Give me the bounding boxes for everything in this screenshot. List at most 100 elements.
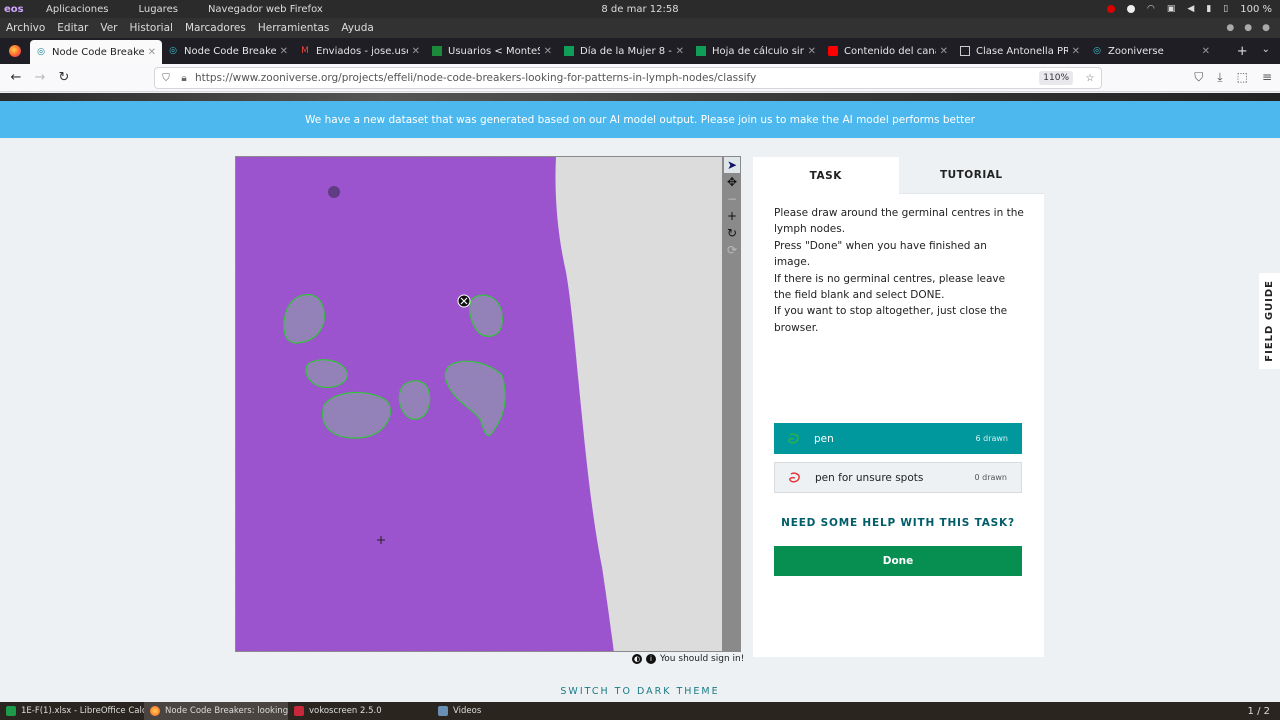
- field-guide-tab[interactable]: FIELD GUIDE: [1259, 273, 1280, 369]
- taskbar-item-videos[interactable]: Videos: [432, 702, 576, 720]
- tab-tutorial[interactable]: TUTORIAL: [898, 157, 1044, 194]
- address-bar[interactable]: ⛉ 🔒︎ https://www.zooniverse.org/projects…: [154, 67, 1102, 89]
- pen-unsure-tool-button[interactable]: pen for unsure spots 0 drawn: [774, 462, 1022, 493]
- pointer-tool-icon[interactable]: ➤: [724, 157, 740, 173]
- zoom-level[interactable]: 110%: [1039, 71, 1073, 85]
- system-top-bar: eos Aplicaciones Lugares Navegador web F…: [0, 0, 1280, 18]
- new-tab-icon[interactable]: +: [1237, 44, 1248, 59]
- tab-usuarios[interactable]: Usuarios < MonteSte ✕: [426, 40, 558, 62]
- sheets-icon: [564, 46, 574, 56]
- header-image-strip: [0, 93, 1280, 101]
- microphone-icon[interactable]: ▮: [1206, 4, 1211, 14]
- tab-label: Zooniverse: [1108, 45, 1164, 57]
- firefox-view-icon[interactable]: [0, 45, 30, 57]
- places-menu[interactable]: Lugares: [138, 4, 177, 15]
- tab-task-label: TASK: [809, 169, 842, 182]
- moodle-icon: [432, 46, 442, 56]
- zoom-in-icon[interactable]: +: [724, 208, 740, 224]
- close-tab-icon[interactable]: ✕: [148, 47, 156, 58]
- tab-gmail[interactable]: M Enviados - jose.user ✕: [294, 40, 426, 62]
- workspace-pager[interactable]: 1 / 2: [1248, 706, 1270, 717]
- zooniverse-icon: ◎: [169, 46, 177, 56]
- tab-youtube[interactable]: Contenido del canal ✕: [822, 40, 954, 62]
- taskbar-item-vokoscreen[interactable]: vokoscreen 2.5.0: [288, 702, 432, 720]
- dark-spot: [328, 186, 340, 198]
- sheets-icon: [696, 46, 706, 56]
- active-app-menu[interactable]: Navegador web Firefox: [208, 4, 323, 15]
- image-icon: [960, 46, 970, 56]
- tab-bar: ◎ Node Code Breakers ✕ ◎ Node Code Break…: [0, 38, 1280, 64]
- help-link[interactable]: NEED SOME HELP WITH THIS TASK?: [774, 517, 1022, 529]
- tracking-protection-icon[interactable]: ⛉: [155, 73, 177, 84]
- forward-icon[interactable]: →: [28, 70, 52, 85]
- tab-task[interactable]: TASK: [753, 157, 899, 194]
- list-all-tabs-icon[interactable]: ⌄: [1262, 44, 1270, 59]
- pen-tool-button[interactable]: pen 6 drawn: [774, 423, 1022, 454]
- rotate-icon[interactable]: ↻: [724, 225, 740, 241]
- close-tab-icon[interactable]: ✕: [808, 46, 816, 57]
- close-tab-icon[interactable]: ✕: [676, 46, 684, 57]
- url-text[interactable]: https://www.zooniverse.org/projects/effe…: [191, 72, 1039, 84]
- record-indicator-icon[interactable]: [1107, 5, 1116, 13]
- volume-icon[interactable]: ◀: [1187, 4, 1194, 14]
- taskbar-label: Videos: [453, 706, 482, 716]
- reload-icon[interactable]: ↻: [52, 70, 76, 85]
- menu-marcadores[interactable]: Marcadores: [185, 22, 246, 34]
- lock-icon[interactable]: 🔒︎: [177, 73, 191, 84]
- task-panel: TASK TUTORIAL Please draw around the ger…: [753, 157, 1044, 657]
- close-tab-icon[interactable]: ✕: [1072, 46, 1080, 57]
- contrast-icon[interactable]: ◐: [632, 654, 642, 664]
- wifi-icon[interactable]: ◠: [1147, 4, 1155, 14]
- close-tab-icon[interactable]: ✕: [544, 46, 552, 57]
- subject-canvas[interactable]: [236, 157, 723, 652]
- reset-view-icon[interactable]: ⟳: [724, 242, 740, 258]
- info-icon[interactable]: i: [646, 654, 656, 664]
- pocket-icon[interactable]: ⛉: [1194, 70, 1203, 85]
- extensions-icon[interactable]: ⬚: [1237, 70, 1248, 85]
- tab-zooniverse[interactable]: ◎ Zooniverse ✕: [1086, 40, 1216, 62]
- drawn-outline-3[interactable]: [322, 391, 391, 439]
- taskbar-item-calc[interactable]: 1E-F(1).xlsx - LibreOffice Calc: [0, 702, 144, 720]
- drawn-outline-4[interactable]: [398, 380, 431, 420]
- done-button[interactable]: Done: [774, 546, 1022, 576]
- menu-ayuda[interactable]: Ayuda: [341, 22, 373, 34]
- tab-hoja-de-calculo[interactable]: Hoja de cálculo sin tít ✕: [690, 40, 822, 62]
- tab-node-code-breakers[interactable]: ◎ Node Code Breakers ✕: [162, 40, 294, 62]
- status-check-icon[interactable]: [1127, 5, 1136, 13]
- close-tab-icon[interactable]: ✕: [412, 46, 420, 57]
- battery-icon[interactable]: ▯: [1223, 4, 1228, 14]
- menu-herramientas[interactable]: Herramientas: [258, 22, 330, 34]
- close-tab-icon[interactable]: ✕: [280, 46, 288, 57]
- hamburger-menu-icon[interactable]: ≡: [1262, 70, 1272, 85]
- downloads-icon[interactable]: ⤓: [1217, 70, 1222, 85]
- taskbar-item-firefox[interactable]: Node Code Breakers: looking for ...: [144, 702, 288, 720]
- tool-count: 6 drawn: [975, 434, 1008, 443]
- tab-clase-antonella[interactable]: Clase Antonella PRO ✕: [954, 40, 1086, 62]
- clock[interactable]: 8 de mar 12:58: [0, 4, 1280, 15]
- switch-theme-link[interactable]: SWITCH TO DARK THEME: [0, 686, 1280, 697]
- zoom-out-icon[interactable]: −: [724, 191, 740, 207]
- network-icon[interactable]: ▣: [1167, 4, 1176, 14]
- tab-dia-de-la-mujer[interactable]: Día de la Mujer 8 - Ho ✕: [558, 40, 690, 62]
- maximize-icon[interactable]: ●: [1244, 23, 1252, 33]
- pen-shape-icon: [774, 432, 814, 445]
- back-icon[interactable]: ←: [4, 70, 28, 85]
- menu-historial[interactable]: Historial: [130, 22, 173, 34]
- window-controls: ● ● ●: [1226, 23, 1270, 33]
- close-tab-icon[interactable]: ✕: [1202, 46, 1210, 57]
- os-logo[interactable]: eos: [4, 4, 34, 15]
- subject-image[interactable]: [235, 156, 723, 652]
- minimize-icon[interactable]: ●: [1226, 23, 1234, 33]
- menu-ver[interactable]: Ver: [100, 22, 117, 34]
- menu-archivo[interactable]: Archivo: [6, 22, 45, 34]
- close-tab-icon[interactable]: ✕: [940, 46, 948, 57]
- tab-tutorial-label: TUTORIAL: [939, 169, 1003, 181]
- applications-menu[interactable]: Aplicaciones: [46, 4, 108, 15]
- menu-editar[interactable]: Editar: [57, 22, 88, 34]
- close-window-icon[interactable]: ●: [1262, 23, 1270, 33]
- bookmark-star-icon[interactable]: ☆: [1079, 73, 1101, 84]
- tab-node-code-breakers-active[interactable]: ◎ Node Code Breakers ✕: [30, 40, 162, 64]
- videos-app-icon: [438, 706, 448, 716]
- os-taskbar: 1E-F(1).xlsx - LibreOffice Calc Node Cod…: [0, 702, 1280, 720]
- move-tool-icon[interactable]: ✥: [724, 174, 740, 190]
